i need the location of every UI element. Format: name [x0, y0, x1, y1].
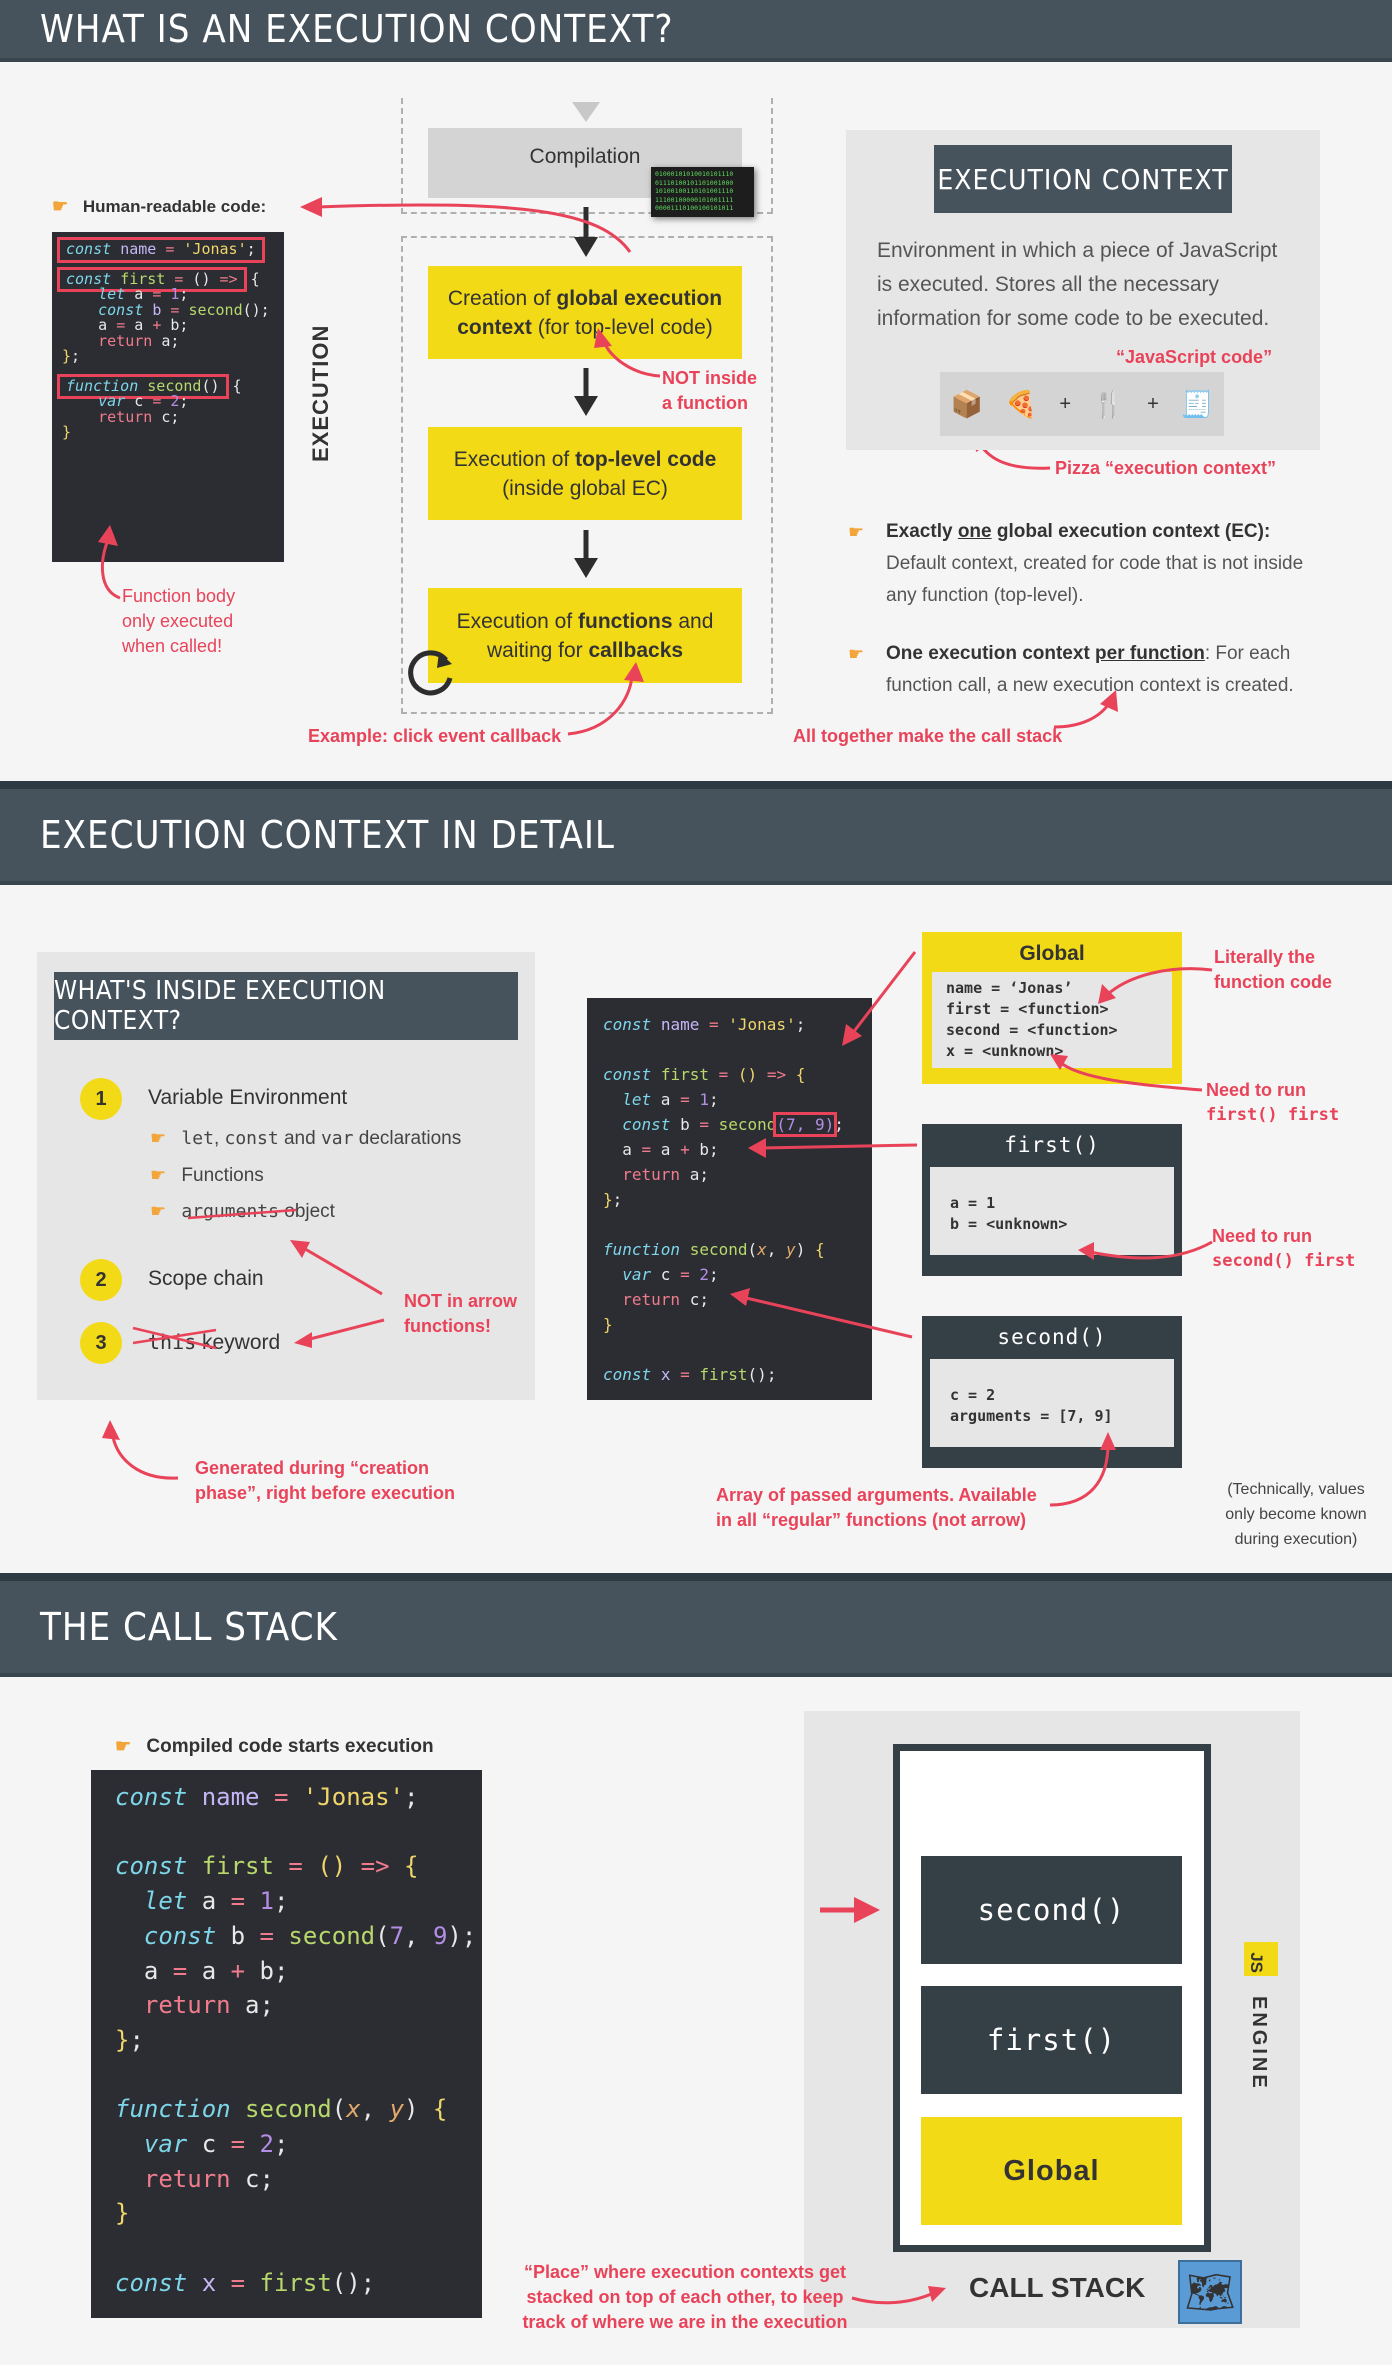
place-note: “Place” where execution contexts get sta…: [522, 2262, 848, 2332]
stack-push-arrow: [820, 1897, 880, 1923]
section-banner-3: THE CALL STACK: [0, 1581, 1392, 1677]
engine-label: ENGINE: [1248, 1996, 1270, 2091]
js-badge: JS: [1244, 1942, 1278, 1976]
stack-item-second: second(): [921, 1856, 1182, 1964]
stack-item-global: Global: [921, 2117, 1182, 2225]
section-divider: [0, 1573, 1392, 1581]
stack-item-first: first(): [921, 1986, 1182, 2094]
call-stack-label: CALL STACK: [969, 2272, 1146, 2303]
code-panel-large: const name = 'Jonas'; const first = () =…: [91, 1770, 482, 2318]
map-icon: 🗺: [1178, 2260, 1242, 2324]
compiled-starts-text: Compiled code starts execution: [146, 1736, 434, 1757]
section-title: THE CALL STACK: [40, 1605, 338, 1649]
pointing-hand-icon: ☛: [115, 1736, 132, 1756]
compiled-starts-label: ☛ Compiled code starts execution: [115, 1736, 434, 1758]
red-arrow-s3: [851, 2286, 946, 2305]
red-arrows-s2: [102, 951, 1213, 1507]
